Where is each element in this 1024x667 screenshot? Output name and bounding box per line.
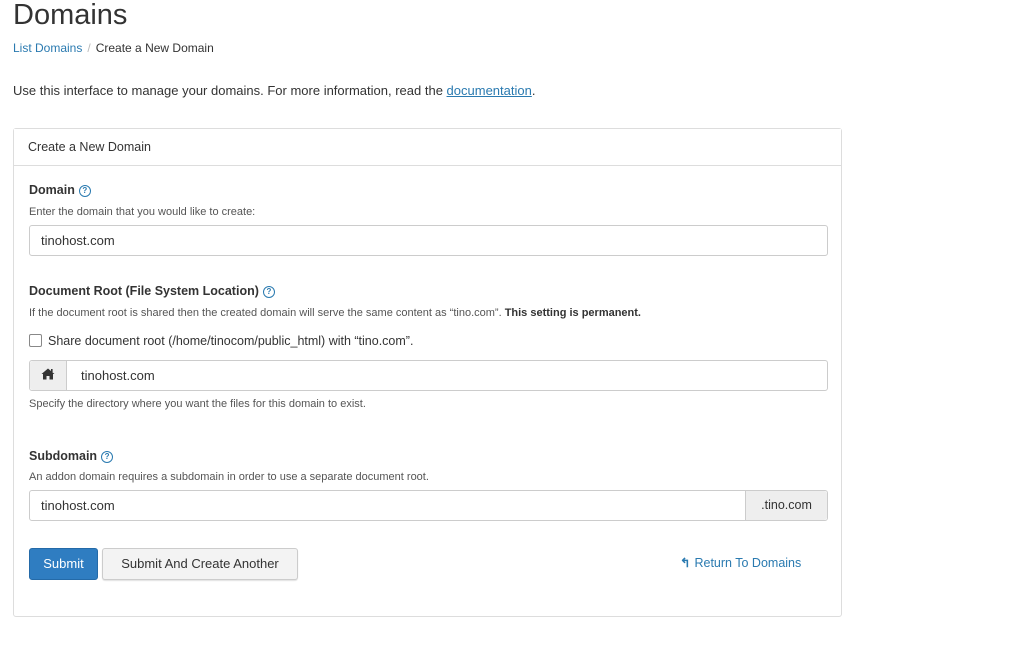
subdomain-field: .tino.com xyxy=(29,490,828,521)
document-root-hint: If the document root is shared then the … xyxy=(29,306,641,320)
subdomain-label-text: Subdomain xyxy=(29,449,98,463)
breadcrumb-separator: / xyxy=(87,41,91,55)
return-arrow-icon: ↰ xyxy=(680,556,691,570)
document-root-label: Document Root (File System Location)? xyxy=(29,283,275,299)
submit-button[interactable]: Submit xyxy=(29,548,98,580)
document-root-label-text: Document Root (File System Location) xyxy=(29,284,259,298)
home-icon xyxy=(30,361,67,390)
create-domain-panel: Create a New Domain Domain? Enter the do… xyxy=(13,128,842,617)
share-docroot-checkbox[interactable] xyxy=(29,334,42,347)
document-root-input[interactable] xyxy=(30,361,827,390)
intro-text: Use this interface to manage your domain… xyxy=(13,82,535,99)
document-root-permanent-note: This setting is permanent. xyxy=(504,307,641,319)
help-icon[interactable]: ? xyxy=(262,286,275,298)
domain-label-text: Domain xyxy=(29,183,75,197)
page-title: Domains xyxy=(13,0,128,31)
document-root-field xyxy=(29,360,828,391)
subdomain-input[interactable] xyxy=(30,491,745,520)
submit-and-create-another-button[interactable]: Submit And Create Another xyxy=(102,548,298,580)
breadcrumb-list-domains-link[interactable]: List Domains xyxy=(13,41,82,55)
share-docroot-label[interactable]: Share document root (/home/tinocom/publi… xyxy=(48,334,413,348)
subdomain-label: Subdomain? xyxy=(29,448,114,464)
document-root-help: Specify the directory where you want the… xyxy=(29,398,366,410)
return-to-domains-label[interactable]: Return To Domains xyxy=(694,556,801,570)
domain-label: Domain? xyxy=(29,182,91,198)
breadcrumb-current: Create a New Domain xyxy=(95,41,214,55)
domain-hint: Enter the domain that you would like to … xyxy=(29,206,256,218)
document-root-hint-text: If the document root is shared then the … xyxy=(29,307,505,319)
breadcrumb: List Domains / Create a New Domain xyxy=(13,40,214,56)
domain-input[interactable] xyxy=(30,226,827,255)
intro-text-end: . xyxy=(531,83,536,98)
documentation-link[interactable]: documentation xyxy=(447,83,532,98)
subdomain-suffix: .tino.com xyxy=(745,491,827,520)
help-icon[interactable]: ? xyxy=(78,185,91,197)
share-docroot-row[interactable]: Share document root (/home/tinocom/publi… xyxy=(29,333,413,349)
intro-text-body: Use this interface to manage your domain… xyxy=(13,83,447,98)
panel-heading: Create a New Domain xyxy=(14,129,841,166)
return-to-domains-link[interactable]: ↰ Return To Domains xyxy=(680,555,801,571)
domain-field xyxy=(29,225,828,256)
subdomain-hint: An addon domain requires a subdomain in … xyxy=(29,471,429,483)
help-icon[interactable]: ? xyxy=(101,451,114,463)
